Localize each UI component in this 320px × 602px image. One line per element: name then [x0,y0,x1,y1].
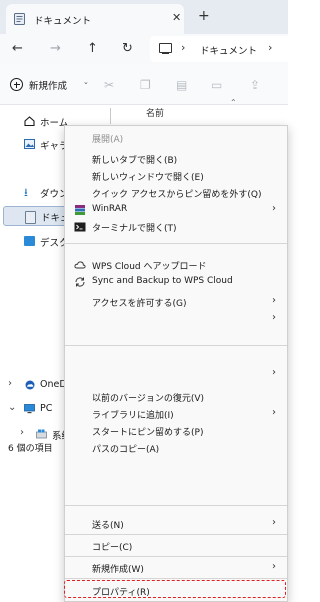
menu-item-unpin-quick-access[interactable]: クイック アクセスからピン留めを外す(Q) [65,185,287,201]
menu-item-expand[interactable]: 展開(A) [65,130,287,146]
context-menu: 展開(A) 新しいタブで開く(B) 新しいウィンドウで開く(E) クイック アク… [64,125,288,602]
menu-separator [65,534,287,535]
menu-item-open-new-window[interactable]: 新しいウィンドウで開く(E) [65,168,287,184]
menu-item-copy[interactable]: コピー(C) [65,538,287,554]
chevron-right-icon: › [272,407,276,418]
tab-documents[interactable]: ドキュメント ✕ [6,4,184,34]
chevron-down-icon[interactable]: ⌄ [8,402,16,413]
rename-icon[interactable]: ▭ [211,78,222,92]
refresh-button[interactable]: ↻ [122,41,133,56]
menu-item-label: 送る(N) [92,521,124,531]
menu-item-label: コピー(C) [92,543,133,553]
menu-item-submenu-blank[interactable]: › [65,311,287,327]
menu-item-add-to-library[interactable]: ライブラリに追加(I) › [65,406,287,422]
pane-divider[interactable] [110,108,111,124]
sidebar-item-label: OneD [40,379,67,390]
menu-item-label: 新規作成(W) [92,565,144,575]
menu-item-open-terminal[interactable]: ターミナルで開く(T) [65,219,287,235]
menu-item-new[interactable]: 新規作成(W) › [65,560,287,576]
winrar-icon [74,204,86,216]
menu-item-label: アクセスを許可する(G) [92,299,187,309]
chevron-right-icon: › [272,561,276,572]
gallery-icon [24,139,35,149]
menu-item-label: WinRAR [92,204,128,214]
menu-separator [65,578,287,579]
menu-item-open-new-tab[interactable]: 新しいタブで開く(B) [65,151,287,167]
address-bar[interactable]: › ドキュメント › [150,36,290,62]
home-icon [24,116,35,127]
menu-item-label: 展開(A) [92,135,124,145]
menu-item-label: ターミナルで開く(T) [92,224,177,234]
documents-icon [14,13,25,25]
menu-item-label: ライブラリに追加(I) [92,411,174,421]
menu-item-label: クイック アクセスからピン留めを外す(Q) [92,190,262,200]
sort-icon: ⌃ [230,98,237,107]
menu-item-label: 以前のバージョンの復元(V) [92,394,204,404]
pc-icon [159,43,172,53]
menu-item-winrar[interactable]: WinRAR › [65,202,287,218]
menu-item-label: 新しいタブで開く(B) [92,156,178,166]
chevron-right-icon[interactable]: › [181,41,185,54]
menu-item-wps-sync[interactable]: Sync and Backup to WPS Cloud [65,274,287,290]
chevron-right-icon: › [272,295,276,306]
sync-icon [74,276,86,288]
menu-item-label: Sync and Backup to WPS Cloud [92,276,233,286]
paste-icon[interactable]: ▤ [176,78,187,92]
menu-item-label: 新しいウィンドウで開く(E) [92,173,204,183]
onedrive-icon [24,380,35,390]
menu-item-label: WPS Cloud へアップロード [92,262,207,272]
tab-title: ドキュメント [34,16,92,27]
highlight-properties [64,580,286,598]
menu-separator [65,345,287,346]
menu-separator [65,243,287,244]
cloud-icon [74,259,86,271]
status-item-count: 6 個の項目 [8,444,53,454]
menu-item-label: スタートにピン留めする(P) [92,428,204,438]
documents-icon [25,211,36,224]
menu-item-submenu-blank[interactable]: › [65,366,287,382]
cut-icon[interactable]: ✂ [104,78,114,92]
menu-item-label: パスのコピー(A) [92,445,160,455]
menu-item-pin-start[interactable]: スタートにピン留めする(P) [65,423,287,439]
menu-item-restore-previous[interactable]: 以前のバージョンの復元(V) [65,389,287,405]
copy-icon[interactable]: ❐ [140,78,151,92]
menu-item-send-to[interactable]: 送る(N) › [65,516,287,532]
chevron-right-icon: › [272,312,276,323]
breadcrumb[interactable]: ドキュメント [200,43,257,57]
menu-item-copy-path[interactable]: パスのコピー(A) [65,440,287,456]
add-icon [10,78,23,91]
up-button[interactable]: ↑ [87,41,98,56]
forward-button[interactable]: → [50,41,61,56]
chevron-right-icon: › [272,367,276,378]
tab-strip: ドキュメント ✕ + [0,0,288,34]
download-icon: ⭳ [24,186,28,199]
back-button[interactable]: ← [12,41,23,56]
column-header-name[interactable]: 名前 [146,106,164,119]
pc-icon [24,404,35,414]
menu-item-give-access[interactable]: アクセスを許可する(G) › [65,294,287,310]
menu-separator [65,505,287,506]
chevron-right-icon: › [272,203,276,214]
chevron-right-icon[interactable]: › [8,378,12,389]
chevron-down-icon: ⌄ [83,78,89,86]
sidebar-item-label: PC [40,403,53,414]
menu-separator [65,556,287,557]
new-button-label: 新規作成 [29,81,68,92]
chevron-right-icon: › [272,517,276,528]
new-tab-button[interactable]: + [198,8,210,24]
close-icon[interactable]: ✕ [172,11,181,24]
share-icon[interactable]: ⇪ [250,78,260,92]
menu-item-wps-upload[interactable]: WPS Cloud へアップロード [65,257,287,273]
command-bar: 新規作成 ⌄ ✂ ❐ ▤ ▭ ⇪ [0,64,288,105]
drive-icon [36,429,47,439]
chevron-right-icon[interactable]: › [268,41,272,54]
desktop-icon [24,236,35,246]
chevron-right-icon[interactable]: › [20,427,24,438]
navigation-bar: ← → ↑ ↻ › ドキュメント › [0,34,290,64]
terminal-icon [74,221,86,233]
